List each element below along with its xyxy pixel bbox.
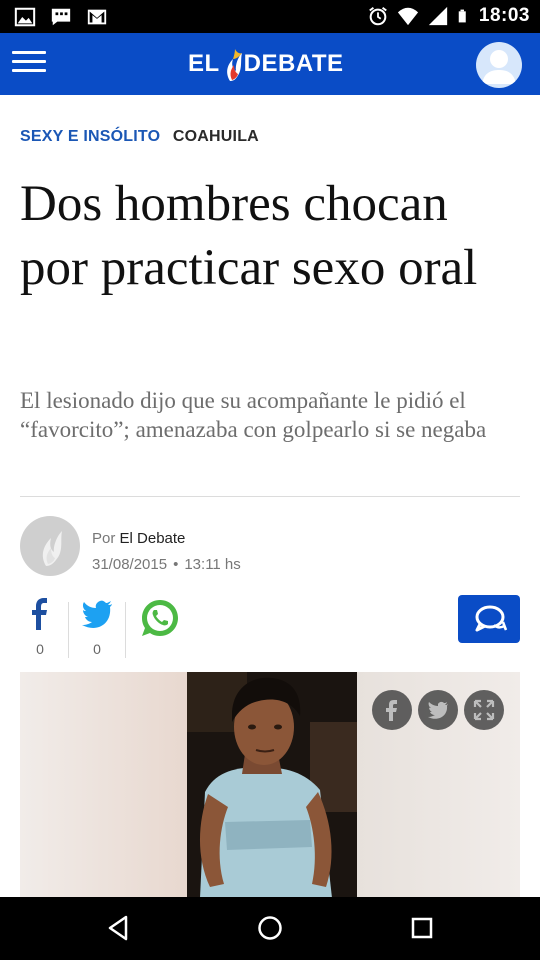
app-header: EL DEBATE (0, 33, 540, 95)
whatsapp-share-button[interactable] (136, 598, 184, 658)
byline-prefix: Por (92, 530, 116, 547)
comments-icon (475, 605, 508, 632)
logo-text-right: DEBATE (243, 50, 344, 77)
article-image[interactable] (20, 672, 520, 898)
hamburger-icon[interactable] (12, 51, 46, 77)
author-avatar (20, 516, 80, 576)
share-separator (68, 602, 69, 658)
divider (20, 496, 520, 497)
alarm-icon (369, 6, 387, 26)
recents-icon[interactable] (407, 913, 437, 943)
image-twitter-share-button[interactable] (418, 690, 458, 730)
image-fullscreen-button[interactable] (464, 690, 504, 730)
article-subtitle: El lesionado dijo que su acompañante le … (20, 388, 487, 442)
whatsapp-icon (142, 600, 178, 636)
image-icon (14, 7, 36, 27)
logo-text-left: EL (188, 50, 220, 77)
share-separator (125, 602, 126, 658)
category-link[interactable]: SEXY E INSÓLITO (20, 128, 160, 145)
dateline: 31/08/2015 • 13:11 hs (92, 556, 241, 573)
flame-logo-icon (226, 49, 242, 81)
date-separator: • (173, 556, 179, 573)
site-logo[interactable]: EL DEBATE (188, 47, 344, 81)
gmail-icon (87, 9, 107, 25)
user-avatar-icon[interactable] (476, 42, 522, 88)
notification-icons (14, 6, 108, 28)
twitter-share-button[interactable]: 0 (73, 598, 121, 658)
location-link[interactable]: COAHUILA (173, 128, 259, 145)
user-silhouette-icon (482, 50, 516, 84)
publish-date: 31/08/2015 (92, 556, 168, 573)
twitter-icon (428, 701, 448, 719)
twitter-icon (82, 600, 112, 628)
back-icon[interactable] (104, 913, 134, 943)
author-name[interactable]: El Debate (120, 530, 186, 547)
home-icon[interactable] (255, 913, 285, 943)
image-facebook-share-button[interactable] (372, 690, 412, 730)
byline: Por El Debate (92, 530, 185, 547)
system-nav-bar (0, 897, 540, 960)
comments-button[interactable] (458, 595, 520, 643)
flame-logo-icon (42, 531, 62, 566)
article-headline: Dos hombres chocan por practicar sexo or… (20, 176, 478, 296)
wifi-icon (397, 7, 418, 26)
status-bar: 18:03 (0, 0, 540, 33)
clock: 18:03 (478, 5, 530, 26)
twitter-count: 0 (93, 641, 101, 657)
facebook-count: 0 (36, 641, 44, 657)
chat-icon (51, 8, 71, 26)
facebook-icon (386, 700, 397, 721)
article-kicker: SEXY E INSÓLITO COAHUILA (20, 128, 259, 146)
signal-icon (428, 6, 448, 26)
publish-time: 13:11 hs (184, 556, 241, 573)
system-icons: 18:03 (367, 5, 530, 27)
battery-icon (458, 9, 466, 23)
fullscreen-icon (473, 699, 495, 721)
facebook-share-button[interactable]: 0 (16, 598, 64, 658)
facebook-icon (32, 598, 47, 630)
